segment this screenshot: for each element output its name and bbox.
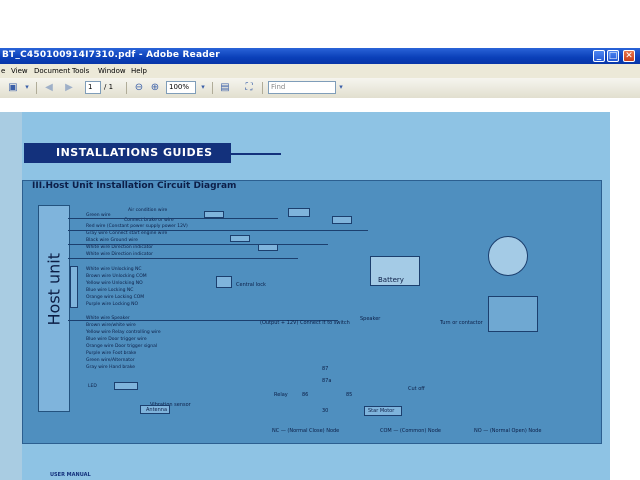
no-note: NO — (Normal Open) Node xyxy=(474,428,542,434)
page-number-input[interactable]: 1 xyxy=(85,81,101,94)
maximize-button[interactable]: □ xyxy=(607,50,619,62)
toolbar: ▣ ▾ ◀ ▶ 1 / 1 ⊖ ⊕ 100% ▾ ▤ ⛶ Find ▾ xyxy=(0,78,640,99)
close-button[interactable]: ✕ xyxy=(623,50,635,62)
pin-87a: 87a xyxy=(322,378,332,384)
air-condition-component xyxy=(288,208,310,217)
nc-note: NC — (Normal Close) Node xyxy=(272,428,340,434)
navigation-pane-strip[interactable] xyxy=(0,112,23,480)
connector-block xyxy=(70,266,78,308)
menu-edit[interactable]: e xyxy=(1,67,5,75)
wire-label: White wire Direction indicator xyxy=(86,245,153,250)
section-banner: INSTALLATIONS GUIDES xyxy=(24,143,231,163)
central-lock-label: Central lock xyxy=(236,282,266,288)
toolbar-separator xyxy=(262,82,263,94)
wire-label: White wire Unlocking NC xyxy=(86,267,142,272)
menu-window[interactable]: Window xyxy=(98,67,126,75)
output-note: (Output + 12V) Connect it to switch xyxy=(260,320,350,326)
wire-label: Air condition wire xyxy=(128,208,168,213)
zoom-in-icon[interactable]: ⊕ xyxy=(148,81,162,94)
banner-text: INSTALLATIONS GUIDES xyxy=(56,146,213,159)
wire-label: Brown wire/white wire xyxy=(86,323,136,328)
fuse-component xyxy=(258,244,278,251)
ignition-switch-icon xyxy=(488,236,528,276)
fit-width-icon[interactable]: ⛶ xyxy=(242,81,256,94)
zoom-dropdown-icon[interactable]: ▾ xyxy=(196,81,210,94)
wire-label: Purple wire Foot brake xyxy=(86,351,137,356)
turn-contactor-label: Turn or contactor xyxy=(440,320,483,326)
pin-87: 87 xyxy=(322,366,329,372)
starter-motor-label: Star Motor xyxy=(368,408,395,414)
wire-label: Orange wire Locking COM xyxy=(86,295,145,300)
cut-off-label: Cut off xyxy=(408,386,425,392)
wire-label: Blue wire Locking NC xyxy=(86,288,134,293)
find-input[interactable]: Find xyxy=(268,81,336,94)
pin-30: 30 xyxy=(322,408,329,414)
wire-label: Orange wire Door trigger signal xyxy=(86,344,158,349)
antenna-label: Antenna xyxy=(146,407,168,413)
toolbar-separator xyxy=(212,82,213,94)
menu-view[interactable]: View xyxy=(11,67,28,75)
diagram-title: III.Host Unit Installation Circuit Diagr… xyxy=(32,181,237,191)
led-component xyxy=(114,382,138,390)
menu-bar: e View Document Tools Window Help xyxy=(0,64,640,78)
zoom-level-select[interactable]: 100% xyxy=(166,81,196,94)
wire-label: Purple wire Locking NO xyxy=(86,302,139,307)
next-page-icon[interactable]: ▶ xyxy=(62,81,76,94)
host-unit-label: Host unit xyxy=(44,252,64,326)
wire-label: Green wire/Alternator xyxy=(86,358,135,363)
menu-help[interactable]: Help xyxy=(131,67,147,75)
wire-label: White wire Direction indicator xyxy=(86,252,153,257)
led-label: LED xyxy=(88,384,97,389)
page-total: / 1 xyxy=(104,83,114,91)
wire-line xyxy=(68,244,328,245)
wire-label: Black wire Ground wire xyxy=(86,238,138,243)
battery-label: Battery xyxy=(378,276,404,284)
open-icon[interactable]: ▣ xyxy=(6,81,20,94)
wire-label: Red wire (Constant power supply power 12… xyxy=(86,224,188,229)
pin-85: 85 xyxy=(346,392,353,398)
brake-component xyxy=(332,216,352,224)
toolbar-separator xyxy=(126,82,127,94)
fuse-component xyxy=(230,235,250,242)
relay-label: Relay xyxy=(274,392,288,398)
previous-page-icon[interactable]: ◀ xyxy=(42,81,56,94)
central-lock-component xyxy=(216,276,232,288)
com-note: COM — (Common) Node xyxy=(380,428,441,434)
wire-label: Yellow wire Unlocking NO xyxy=(86,281,143,286)
zoom-out-icon[interactable]: ⊖ xyxy=(132,81,146,94)
wire-label: Gray wire Hand brake xyxy=(86,365,136,370)
dropdown-arrow-icon[interactable]: ▾ xyxy=(20,81,34,94)
find-dropdown-icon[interactable]: ▾ xyxy=(334,81,348,94)
minimize-button[interactable]: _ xyxy=(593,50,605,62)
fuse-component xyxy=(204,211,224,218)
menu-document[interactable]: Document xyxy=(34,67,70,75)
menu-tools[interactable]: Tools xyxy=(72,67,89,75)
car-component xyxy=(488,296,538,332)
wire-line xyxy=(68,218,278,219)
wire-label: Yellow wire Relay controlling wire xyxy=(86,330,161,335)
banner-underline xyxy=(231,153,281,155)
wire-line xyxy=(68,258,298,259)
pin-86: 86 xyxy=(302,392,309,398)
speaker-label: Speaker xyxy=(360,316,381,322)
wire-label: Brown wire Unlocking COM xyxy=(86,274,147,279)
toolbar-separator xyxy=(36,82,37,94)
page-footer: USER MANUAL xyxy=(50,472,91,478)
wire-label: Gray wire Connect start engine wire xyxy=(86,231,168,236)
fit-page-icon[interactable]: ▤ xyxy=(218,81,232,94)
wire-label: Blue wire Door trigger wire xyxy=(86,337,147,342)
window-title: BT_C450100914I7310.pdf - Adobe Reader xyxy=(2,50,220,60)
wire-line xyxy=(68,230,368,231)
window-titlebar: BT_C450100914I7310.pdf - Adobe Reader _ … xyxy=(0,48,640,64)
